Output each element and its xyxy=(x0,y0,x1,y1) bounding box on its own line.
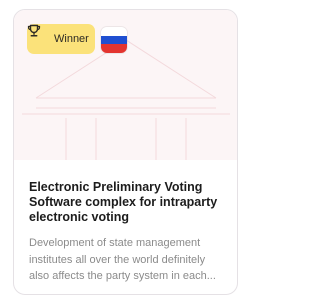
project-card[interactable]: Winner Electronic Preliminary Voting Sof… xyxy=(13,9,238,295)
card-body: Electronic Preliminary Voting Software c… xyxy=(14,160,237,285)
card-description: Development of state management institut… xyxy=(29,237,216,282)
card-image: Winner xyxy=(14,10,237,160)
winner-badge[interactable]: Winner xyxy=(27,24,95,54)
card-title[interactable]: Electronic Preliminary Voting Software c… xyxy=(29,180,224,225)
winner-badge-label: Winner xyxy=(54,32,89,45)
russia-flag-icon xyxy=(101,27,127,53)
trophy-icon xyxy=(27,24,49,46)
